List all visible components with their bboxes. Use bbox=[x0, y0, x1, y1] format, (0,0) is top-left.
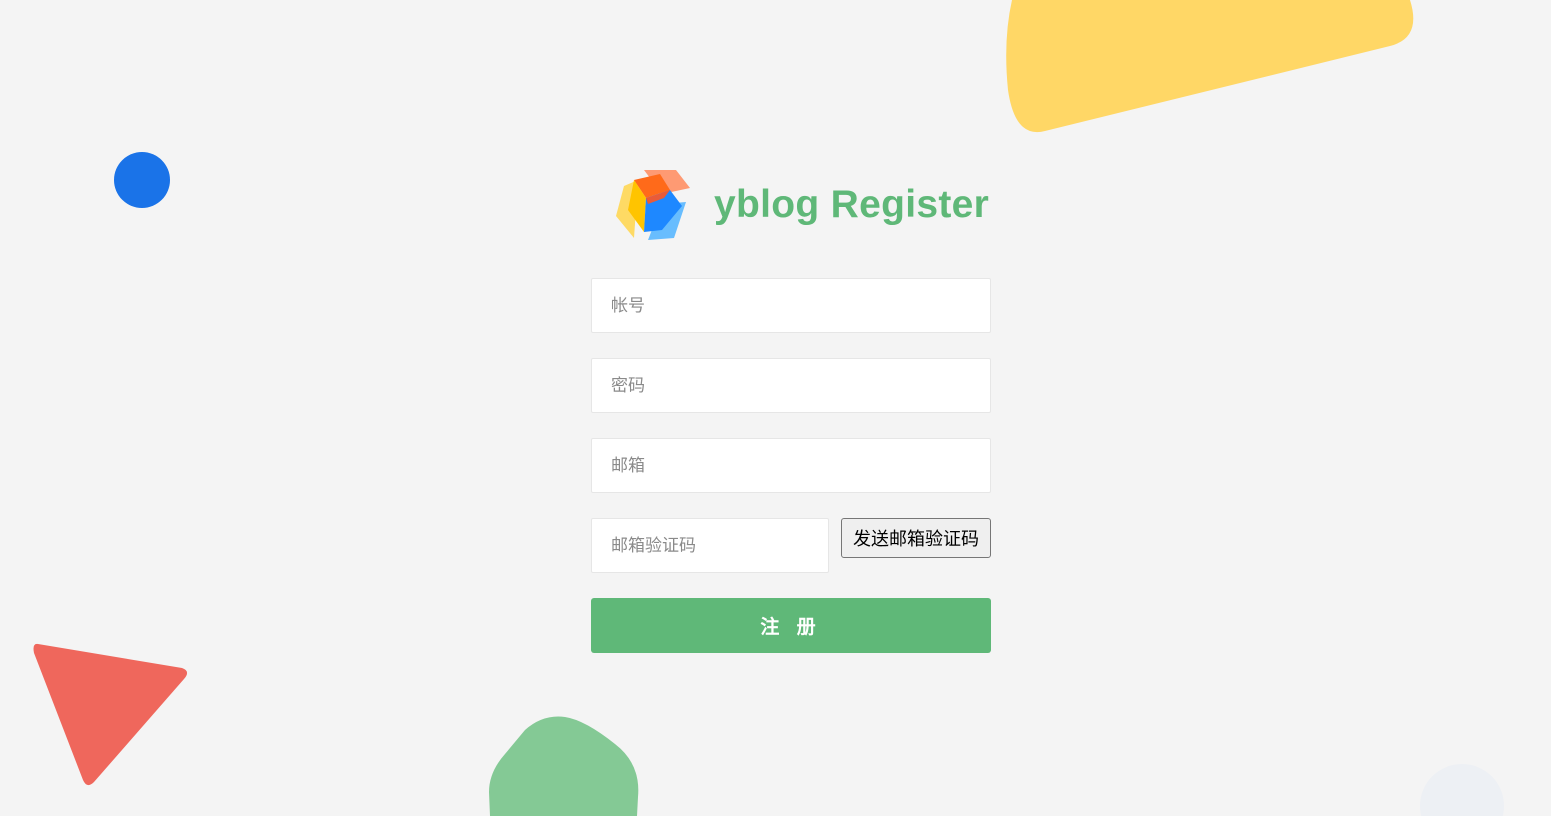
faint-circle-decoration bbox=[1418, 762, 1508, 816]
send-email-code-button[interactable]: 发送邮箱验证码 bbox=[841, 518, 991, 558]
register-header: yblog Register bbox=[612, 164, 992, 246]
cube-logo-icon bbox=[612, 164, 694, 246]
blue-circle-decoration bbox=[113, 151, 171, 209]
email-code-input[interactable] bbox=[591, 518, 829, 573]
register-page: yblog Register 发送邮箱验证码 注 册 bbox=[0, 0, 1551, 816]
email-input[interactable] bbox=[591, 438, 991, 493]
password-input[interactable] bbox=[591, 358, 991, 413]
green-blob-decoration bbox=[485, 712, 645, 816]
account-input[interactable] bbox=[591, 278, 991, 333]
red-triangle-decoration bbox=[28, 638, 193, 793]
page-title: yblog Register bbox=[714, 183, 990, 226]
register-button[interactable]: 注 册 bbox=[591, 598, 991, 653]
yellow-shape bbox=[1006, 0, 1414, 133]
